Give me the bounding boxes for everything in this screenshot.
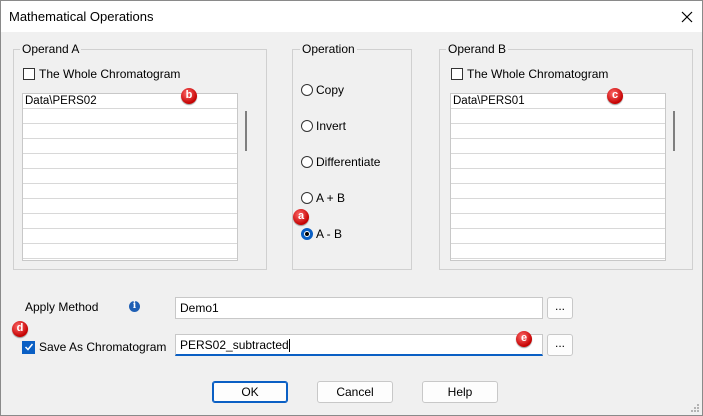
list-item[interactable]: Data\PERS01 — [451, 94, 665, 109]
list-item[interactable] — [451, 169, 665, 184]
list-item[interactable] — [23, 214, 237, 229]
checkbox-checked[interactable] — [22, 340, 35, 354]
operation-radio-a-plus-b[interactable]: A + B — [301, 191, 345, 205]
help-button[interactable]: Help — [422, 381, 498, 403]
callout-d-marker: d — [12, 321, 28, 337]
cancel-button[interactable]: Cancel — [317, 381, 393, 403]
operand-a-legend: Operand A — [20, 42, 82, 56]
close-icon — [681, 11, 693, 22]
operation-radio-invert[interactable]: Invert — [301, 119, 346, 133]
dialog-window: Mathematical Operations Operand A The Wh… — [0, 0, 703, 416]
list-item[interactable] — [451, 199, 665, 214]
checkbox-box[interactable] — [23, 68, 35, 80]
ok-button[interactable]: OK — [212, 381, 288, 403]
operation-legend: Operation — [300, 42, 357, 56]
apply-method-label: Apply Method — [25, 300, 99, 314]
text-caret — [288, 339, 290, 353]
list-item[interactable] — [451, 154, 665, 169]
list-item[interactable] — [451, 124, 665, 139]
list-item[interactable]: Data\PERS02 — [23, 94, 237, 109]
list-item[interactable] — [23, 244, 237, 259]
radio-label: Differentiate — [316, 155, 381, 169]
list-item[interactable] — [451, 229, 665, 244]
radio-label: A - B — [316, 227, 343, 241]
list-item[interactable] — [23, 199, 237, 214]
list-item[interactable] — [23, 139, 237, 154]
apply-method-browse-button[interactable]: ... — [547, 297, 573, 319]
checkmark-icon — [24, 343, 33, 351]
operation-radio-copy[interactable]: Copy — [301, 83, 344, 97]
info-icon[interactable]: i — [129, 301, 140, 312]
save-as-chromatogram-checkbox[interactable]: Save As Chromatogram — [22, 340, 166, 354]
save-as-chromatogram-label: Save As Chromatogram — [39, 340, 167, 354]
operand-a-scrollbar[interactable] — [245, 111, 247, 151]
radio-button[interactable] — [301, 192, 313, 204]
operand-a-whole-chromatogram-checkbox[interactable]: The Whole Chromatogram — [23, 67, 180, 81]
operand-b-list[interactable]: Data\PERS01 — [450, 93, 666, 261]
callout-a-marker: a — [293, 209, 309, 225]
save-as-chromatogram-input[interactable]: PERS02_subtracted — [175, 334, 543, 356]
callout-c-marker: c — [607, 88, 623, 104]
callout-e-marker: e — [516, 331, 532, 347]
radio-label: A + B — [316, 191, 346, 205]
radio-label: Invert — [316, 119, 347, 133]
operation-radio-differentiate[interactable]: Differentiate — [301, 155, 380, 169]
radio-button[interactable] — [301, 84, 313, 96]
window-title: Mathematical Operations — [9, 9, 154, 24]
resize-grip-icon[interactable] — [690, 403, 700, 413]
list-item[interactable] — [451, 109, 665, 124]
callout-b-marker: b — [181, 88, 197, 104]
radio-button-selected[interactable] — [301, 228, 313, 240]
radio-label: Copy — [316, 83, 345, 97]
radio-button[interactable] — [301, 156, 313, 168]
operand-b-scrollbar[interactable] — [673, 111, 675, 151]
title-bar: Mathematical Operations — [1, 1, 702, 32]
list-item[interactable] — [451, 139, 665, 154]
apply-method-input[interactable]: Demo1 — [175, 297, 543, 319]
list-item[interactable] — [451, 214, 665, 229]
operand-b-whole-chromatogram-checkbox[interactable]: The Whole Chromatogram — [451, 67, 608, 81]
radio-button[interactable] — [301, 120, 313, 132]
operand-a-list[interactable]: Data\PERS02 — [22, 93, 238, 261]
operation-radio-a-minus-b[interactable]: A - B — [301, 227, 342, 241]
list-item[interactable] — [23, 184, 237, 199]
list-item[interactable] — [23, 169, 237, 184]
list-item[interactable] — [23, 124, 237, 139]
save-as-input-value: PERS02_subtracted — [180, 338, 289, 352]
operand-b-legend: Operand B — [446, 42, 509, 56]
list-item[interactable] — [23, 229, 237, 244]
save-as-browse-button[interactable]: ... — [547, 334, 573, 356]
close-button[interactable] — [672, 1, 702, 32]
checkbox-label: The Whole Chromatogram — [39, 67, 181, 81]
checkbox-box[interactable] — [451, 68, 463, 80]
list-item[interactable] — [451, 184, 665, 199]
list-item[interactable] — [451, 244, 665, 259]
list-item[interactable] — [23, 109, 237, 124]
checkbox-label: The Whole Chromatogram — [467, 67, 609, 81]
list-item[interactable] — [23, 154, 237, 169]
